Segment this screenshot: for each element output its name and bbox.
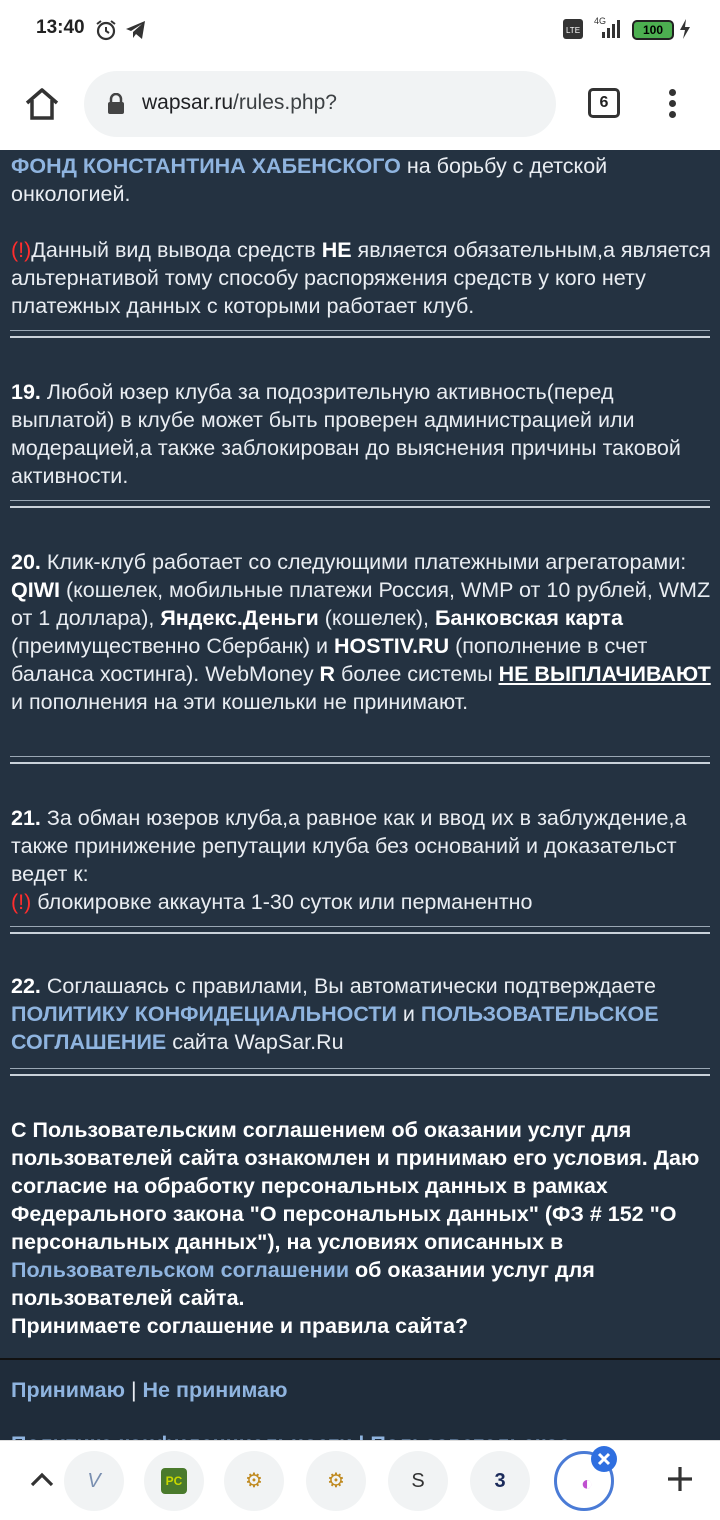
tab-v-icon[interactable]: V (64, 1451, 124, 1511)
rule-21-text: За обман юзеров клуба,а равное как и вво… (11, 806, 687, 886)
divider (10, 330, 710, 338)
warning-mark: (!) (11, 238, 32, 262)
rule-18-note-not: НЕ (321, 238, 352, 262)
rule-20-text: и пополнения на эти кошельки не принимаю… (11, 690, 469, 714)
lock-icon (108, 93, 124, 114)
battery-icon: 100 (632, 20, 674, 40)
tab-robot-icon[interactable]: ⚙ (224, 1451, 284, 1511)
bank-card-label: Банковская карта (434, 606, 623, 630)
rule-number: 20. (11, 550, 41, 574)
alarm-icon (96, 20, 116, 41)
rule-20-text: Клик-клуб работает со следующими платежн… (40, 550, 687, 574)
signal-icon (602, 20, 620, 38)
footer-policy-links[interactable]: Политика конфиденциальности | Пользовате… (11, 1432, 570, 1440)
accept-actions: Принимаю | Не принимаю (11, 1376, 711, 1404)
webmoney-r-label: R (319, 662, 336, 686)
separator: | (130, 1378, 137, 1402)
qiwi-label: QIWI (11, 578, 60, 602)
volte-icon: LTE (563, 19, 583, 39)
home-icon[interactable] (22, 84, 62, 124)
rule-number: 22. (11, 974, 41, 998)
url-host: wapsar.ru (142, 91, 234, 114)
user-agreement-inline-link[interactable]: Пользовательском соглашении (11, 1258, 349, 1282)
privacy-policy-link[interactable]: ПОЛИТИКУ КОНФИДЕЦИАЛЬНОСТИ (11, 1002, 397, 1026)
hostiv-label: HOSTIV.RU (334, 634, 450, 658)
rule-number: 21. (11, 806, 41, 830)
status-time: 13:40 (36, 17, 85, 38)
status-bar: 13:40 LTE 4G 100 (0, 0, 720, 62)
consent-text: С Пользовательским соглашением об оказан… (11, 1116, 711, 1340)
tab-3-icon[interactable]: 3 (470, 1451, 530, 1511)
tab-s-icon[interactable]: S (388, 1451, 448, 1511)
svg-text:LTE: LTE (566, 26, 580, 35)
rule-19: 19. Любой юзер клуба за подозрительную а… (11, 378, 711, 490)
rule-21-penalty: блокировке аккаунта 1-30 суток или перма… (31, 890, 533, 914)
rule-20-text: (преимущественно Сбербанк) и (11, 634, 335, 658)
rule-18-note: (!)Данный вид вывода средств НЕ является… (11, 236, 711, 320)
url-bar[interactable]: wapsar.ru/rules.php? (84, 71, 556, 137)
warning-mark: (!) (11, 890, 32, 914)
chevron-up-icon[interactable] (24, 1463, 60, 1499)
page-content: ФОНД КОНСТАНТИНА ХАБЕНСКОГО на борьбу с … (0, 150, 720, 1440)
browser-toolbar: wapsar.ru/rules.php? 6 (0, 62, 720, 150)
new-tab-icon[interactable] (660, 1459, 700, 1499)
rule-18-note-a: Данный вид вывода средств (31, 238, 322, 262)
charging-icon (680, 19, 690, 39)
rule-number: 19. (11, 380, 41, 404)
consent-question: Принимаете соглашение и правила сайта? (11, 1314, 469, 1338)
yandex-money-label: Яндекс.Деньги (160, 606, 319, 630)
more-menu-icon[interactable] (662, 86, 682, 122)
close-tab-icon[interactable] (590, 1445, 618, 1473)
khabensky-fund-link[interactable]: ФОНД КОНСТАНТИНА ХАБЕНСКОГО (11, 154, 401, 178)
tab-switcher-button[interactable]: 6 (588, 88, 620, 118)
divider (10, 926, 710, 934)
tab-pc-icon[interactable]: PC (144, 1451, 204, 1511)
footer-links: Политика конфиденциальности | Пользовате… (11, 1430, 711, 1440)
rule-21: 21. За обман юзеров клуба,а равное как и… (11, 804, 711, 916)
rule-18-tail: ФОНД КОНСТАНТИНА ХАБЕНСКОГО на борьбу с … (11, 152, 711, 208)
rule-22-text: и (396, 1002, 421, 1026)
no-payout-label: НЕ ВЫПЛАЧИВАЮТ (498, 662, 711, 686)
rule-19-text: Любой юзер клуба за подозрительную актив… (11, 380, 681, 488)
rule-20: 20. Клик-клуб работает со следующими пла… (11, 548, 711, 716)
tab-robot-icon[interactable]: ⚙ (306, 1451, 366, 1511)
rule-22-text: Соглашаясь с правилами, Вы автоматически… (40, 974, 656, 998)
rule-20-text: более системы (335, 662, 499, 686)
rules-panel: ФОНД КОНСТАНТИНА ХАБЕНСКОГО на борьбу с … (0, 150, 720, 1358)
rule-20-text: (кошелек), (318, 606, 435, 630)
telegram-icon (126, 21, 145, 39)
divider (10, 756, 710, 764)
url-text: wapsar.ru/rules.php? (142, 91, 337, 115)
divider (10, 1068, 710, 1076)
actions-panel: Принимаю | Не принимаю Политика конфиден… (0, 1358, 720, 1440)
rule-22-text: сайта WapSar.Ru (166, 1030, 344, 1054)
url-path: /rules.php? (233, 91, 337, 114)
tab-strip: V PC ⚙ ⚙ S 3 ◐ (0, 1440, 720, 1520)
divider (10, 500, 710, 508)
rule-22: 22. Соглашаясь с правилами, Вы автоматич… (11, 972, 711, 1056)
consent-text-a: С Пользовательским соглашением об оказан… (11, 1118, 700, 1254)
accept-link[interactable]: Принимаю (11, 1378, 125, 1402)
decline-link[interactable]: Не принимаю (143, 1378, 288, 1402)
